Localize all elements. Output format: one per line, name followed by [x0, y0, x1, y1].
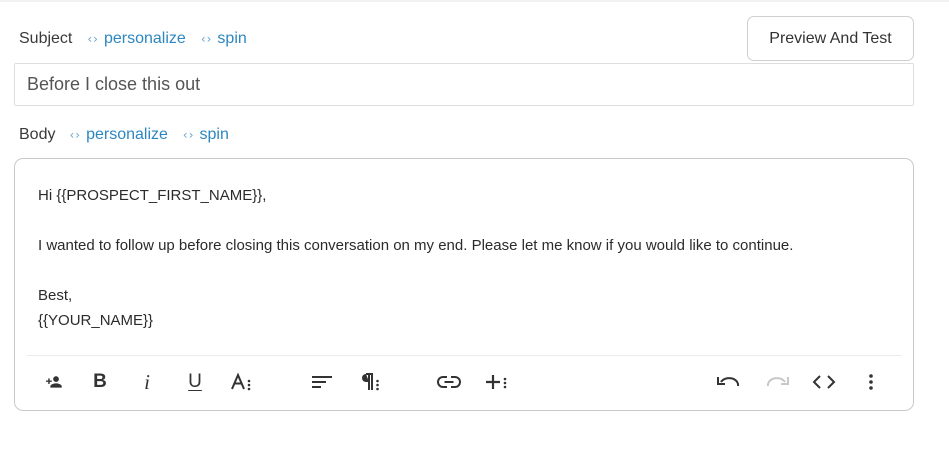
toolbar-divider: [27, 355, 902, 356]
editor-content[interactable]: Hi {{PROSPECT_FIRST_NAME}}, I wanted to …: [38, 183, 898, 333]
code-brackets-icon: ‹›: [182, 128, 195, 142]
italic-icon[interactable]: i: [133, 368, 161, 396]
subject-spin-label: spin: [217, 30, 247, 47]
text-size-icon[interactable]: [228, 368, 256, 396]
subject-input[interactable]: Before I close this out: [14, 63, 914, 106]
underline-glyph: U: [188, 371, 202, 392]
undo-icon[interactable]: [715, 368, 743, 396]
subject-label: Subject: [19, 30, 73, 47]
underline-icon[interactable]: U: [181, 368, 209, 396]
body-editor[interactable]: Hi {{PROSPECT_FIRST_NAME}}, I wanted to …: [14, 158, 914, 411]
subject-spin-link[interactable]: ‹› spin: [201, 30, 247, 48]
body-spin-label: spin: [199, 126, 229, 143]
body-greeting-line: Hi {{PROSPECT_FIRST_NAME}},: [38, 187, 267, 204]
redo-icon[interactable]: [763, 368, 791, 396]
subject-personalize-link[interactable]: ‹› personalize: [87, 30, 185, 48]
code-brackets-icon: ‹›: [200, 32, 213, 46]
body-signature-line: {{YOUR_NAME}}: [38, 312, 154, 329]
body-personalize-link[interactable]: ‹› personalize: [69, 126, 167, 144]
code-view-icon[interactable]: [810, 368, 838, 396]
italic-glyph: i: [144, 369, 150, 394]
body-personalize-label: personalize: [86, 126, 168, 143]
editor-toolbar: B i U: [15, 364, 913, 400]
body-label: Body: [19, 126, 56, 143]
body-message-line: I wanted to follow up before closing thi…: [38, 237, 794, 254]
bold-glyph: B: [93, 371, 107, 392]
more-options-icon[interactable]: [857, 368, 885, 396]
paragraph-icon[interactable]: [356, 368, 384, 396]
body-label-row: Body ‹› personalize ‹› spin: [19, 123, 244, 147]
subject-personalize-label: personalize: [103, 30, 186, 47]
body-spin-link[interactable]: ‹› spin: [183, 126, 229, 144]
body-signoff-line: Best,: [38, 287, 73, 304]
insert-more-icon[interactable]: [483, 368, 511, 396]
add-person-icon[interactable]: [40, 368, 68, 396]
bold-icon[interactable]: B: [86, 368, 114, 396]
subject-label-row: Subject ‹› personalize ‹› spin: [19, 27, 262, 51]
top-divider: [0, 0, 949, 2]
align-icon[interactable]: [308, 368, 336, 396]
link-icon[interactable]: [435, 368, 463, 396]
code-brackets-icon: ‹›: [87, 32, 99, 46]
code-brackets-icon: ‹›: [69, 128, 82, 142]
preview-and-test-button[interactable]: Preview And Test: [747, 16, 914, 61]
